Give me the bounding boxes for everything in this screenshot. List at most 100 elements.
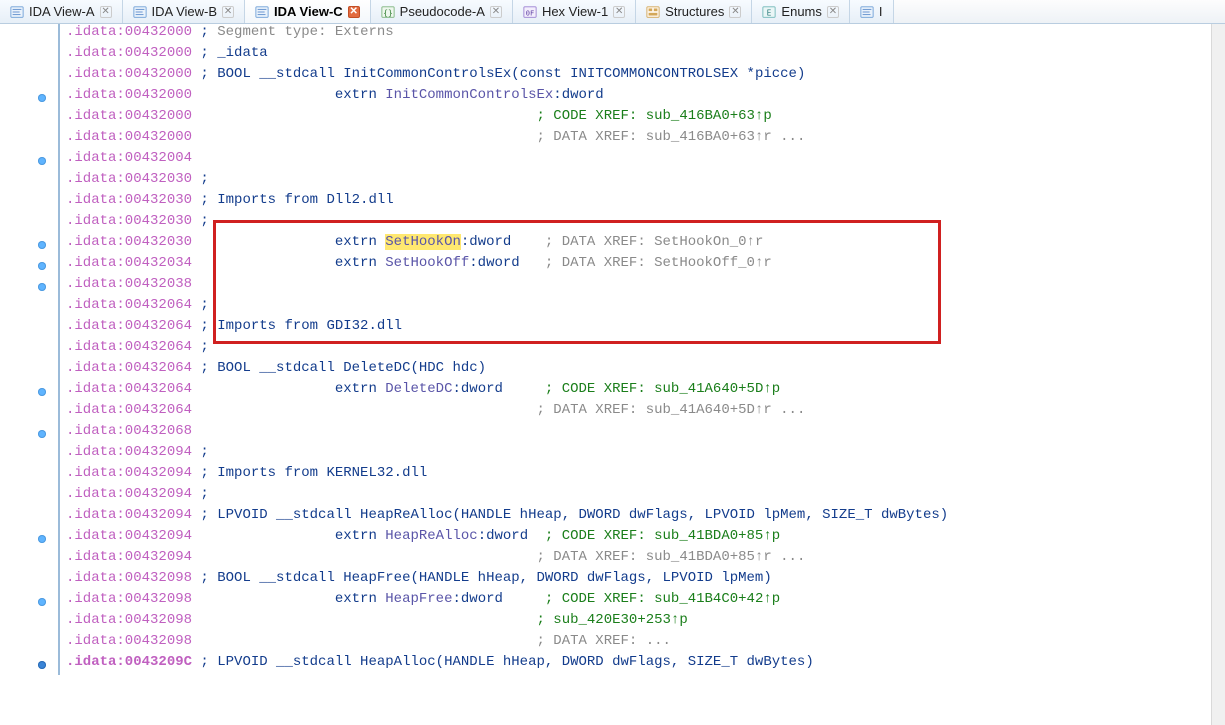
gutter[interactable] (0, 486, 60, 507)
disasm-line[interactable]: .idata:0043209C ; LPVOID __stdcall HeapA… (0, 654, 1211, 675)
disasm-line[interactable]: .idata:00432094 extrn HeapReAlloc:dword … (0, 528, 1211, 549)
tab-close-icon[interactable]: ✕ (613, 6, 625, 18)
breakpoint-dot[interactable] (38, 535, 46, 543)
breakpoint-dot[interactable] (38, 598, 46, 606)
tab-close-icon[interactable]: ✕ (100, 6, 112, 18)
gutter[interactable] (0, 276, 60, 297)
disasm-line[interactable]: .idata:00432000 ; DATA XREF: sub_416BA0+… (0, 129, 1211, 150)
segment-address: .idata:00432000 (66, 108, 192, 124)
gutter[interactable] (0, 171, 60, 192)
tab-pseudocode-a[interactable]: {}Pseudocode-A✕ (371, 0, 513, 23)
disasm-line[interactable]: .idata:00432064 ; (0, 297, 1211, 318)
gutter[interactable] (0, 234, 60, 255)
breakpoint-dot[interactable] (38, 283, 46, 291)
gutter[interactable] (0, 297, 60, 318)
disasm-text: .idata:00432064 ; (60, 339, 209, 355)
disasm-line[interactable]: .idata:00432098 ; sub_420E30+253↑p (0, 612, 1211, 633)
gutter[interactable] (0, 360, 60, 381)
gutter[interactable] (0, 465, 60, 486)
disassembly-view[interactable]: .idata:00432000 ; Segment type: Externs.… (0, 24, 1225, 725)
vertical-scrollbar[interactable] (1211, 24, 1225, 725)
disasm-text: .idata:00432064 ; (60, 297, 209, 313)
tab-close-icon[interactable]: ✕ (222, 6, 234, 18)
disasm-line[interactable]: .idata:00432000 ; CODE XREF: sub_416BA0+… (0, 108, 1211, 129)
gutter[interactable] (0, 402, 60, 423)
breakpoint-dot[interactable] (38, 262, 46, 270)
disasm-line[interactable]: .idata:00432064 ; DATA XREF: sub_41A640+… (0, 402, 1211, 423)
gutter[interactable] (0, 192, 60, 213)
disasm-line[interactable]: .idata:00432068 (0, 423, 1211, 444)
gutter[interactable] (0, 591, 60, 612)
disasm-line[interactable]: .idata:00432064 ; (0, 339, 1211, 360)
gutter[interactable] (0, 87, 60, 108)
segment-address: .idata:00432098 (66, 570, 192, 586)
gutter[interactable] (0, 549, 60, 570)
breakpoint-dot[interactable] (38, 661, 46, 669)
disasm-line[interactable]: .idata:00432098 ; DATA XREF: ... (0, 633, 1211, 654)
gutter[interactable] (0, 24, 60, 45)
gutter[interactable] (0, 444, 60, 465)
gutter[interactable] (0, 633, 60, 654)
tab-hex-view-1[interactable]: 0FHex View-1✕ (513, 0, 636, 23)
breakpoint-dot[interactable] (38, 157, 46, 165)
tab-ida-view-a[interactable]: IDA View-A✕ (0, 0, 123, 23)
tab-i[interactable]: I (850, 0, 894, 23)
breakpoint-dot[interactable] (38, 430, 46, 438)
gutter[interactable] (0, 612, 60, 633)
tab-ida-view-b[interactable]: IDA View-B✕ (123, 0, 246, 23)
disasm-line[interactable]: .idata:00432098 extrn HeapFree:dword ; C… (0, 591, 1211, 612)
disasm-line[interactable]: .idata:00432064 ; Imports from GDI32.dll (0, 318, 1211, 339)
disasm-line[interactable]: .idata:00432000 ; BOOL __stdcall InitCom… (0, 66, 1211, 87)
token: SetHookOff (385, 255, 469, 271)
tab-enums[interactable]: EEnums✕ (752, 0, 849, 23)
gutter[interactable] (0, 150, 60, 171)
segment-address: .idata:00432098 (66, 612, 192, 628)
disasm-text: .idata:00432030 ; (60, 213, 209, 229)
segment-address: .idata:00432030 (66, 171, 192, 187)
gutter[interactable] (0, 66, 60, 87)
tab-close-icon[interactable]: ✕ (490, 6, 502, 18)
gutter[interactable] (0, 507, 60, 528)
disasm-line[interactable]: .idata:00432030 extrn SetHookOn:dword ; … (0, 234, 1211, 255)
tab-close-icon[interactable]: ✕ (827, 6, 839, 18)
tab-ida-view-c[interactable]: IDA View-C✕ (245, 0, 371, 23)
breakpoint-dot[interactable] (38, 94, 46, 102)
tab-close-icon[interactable]: ✕ (729, 6, 741, 18)
gutter[interactable] (0, 318, 60, 339)
disasm-line[interactable]: .idata:00432094 ; (0, 444, 1211, 465)
disasm-line[interactable]: .idata:00432030 ; Imports from Dll2.dll (0, 192, 1211, 213)
gutter[interactable] (0, 45, 60, 66)
breakpoint-dot[interactable] (38, 241, 46, 249)
gutter[interactable] (0, 423, 60, 444)
tab-structures[interactable]: Structures✕ (636, 0, 752, 23)
struct-icon (646, 5, 660, 19)
disasm-line[interactable]: .idata:00432094 ; DATA XREF: sub_41BDA0+… (0, 549, 1211, 570)
disasm-line[interactable]: .idata:00432004 (0, 150, 1211, 171)
disasm-line[interactable]: .idata:00432000 ; Segment type: Externs (0, 24, 1211, 45)
tab-close-icon[interactable]: ✕ (348, 6, 360, 18)
gutter[interactable] (0, 339, 60, 360)
disasm-line[interactable]: .idata:00432030 ; (0, 213, 1211, 234)
disasm-line[interactable]: .idata:00432098 ; BOOL __stdcall HeapFre… (0, 570, 1211, 591)
breakpoint-dot[interactable] (38, 388, 46, 396)
gutter[interactable] (0, 108, 60, 129)
disasm-line[interactable]: .idata:00432094 ; LPVOID __stdcall HeapR… (0, 507, 1211, 528)
disasm-line[interactable]: .idata:00432038 (0, 276, 1211, 297)
disasm-line[interactable]: .idata:00432094 ; (0, 486, 1211, 507)
disasm-line[interactable]: .idata:00432030 ; (0, 171, 1211, 192)
gutter[interactable] (0, 570, 60, 591)
gutter[interactable] (0, 213, 60, 234)
gutter[interactable] (0, 381, 60, 402)
disasm-line[interactable]: .idata:00432000 ; _idata (0, 45, 1211, 66)
gutter[interactable] (0, 654, 60, 675)
disasm-line[interactable]: .idata:00432064 ; BOOL __stdcall DeleteD… (0, 360, 1211, 381)
disasm-line[interactable]: .idata:00432064 extrn DeleteDC:dword ; C… (0, 381, 1211, 402)
gutter[interactable] (0, 129, 60, 150)
gutter[interactable] (0, 528, 60, 549)
disasm-line[interactable]: .idata:00432094 ; Imports from KERNEL32.… (0, 465, 1211, 486)
segment-address: .idata:00432064 (66, 360, 192, 376)
disasm-line[interactable]: .idata:00432034 extrn SetHookOff:dword ;… (0, 255, 1211, 276)
disasm-line[interactable]: .idata:00432000 extrn InitCommonControls… (0, 87, 1211, 108)
gutter[interactable] (0, 255, 60, 276)
disassembly-body[interactable]: .idata:00432000 ; Segment type: Externs.… (0, 24, 1225, 725)
